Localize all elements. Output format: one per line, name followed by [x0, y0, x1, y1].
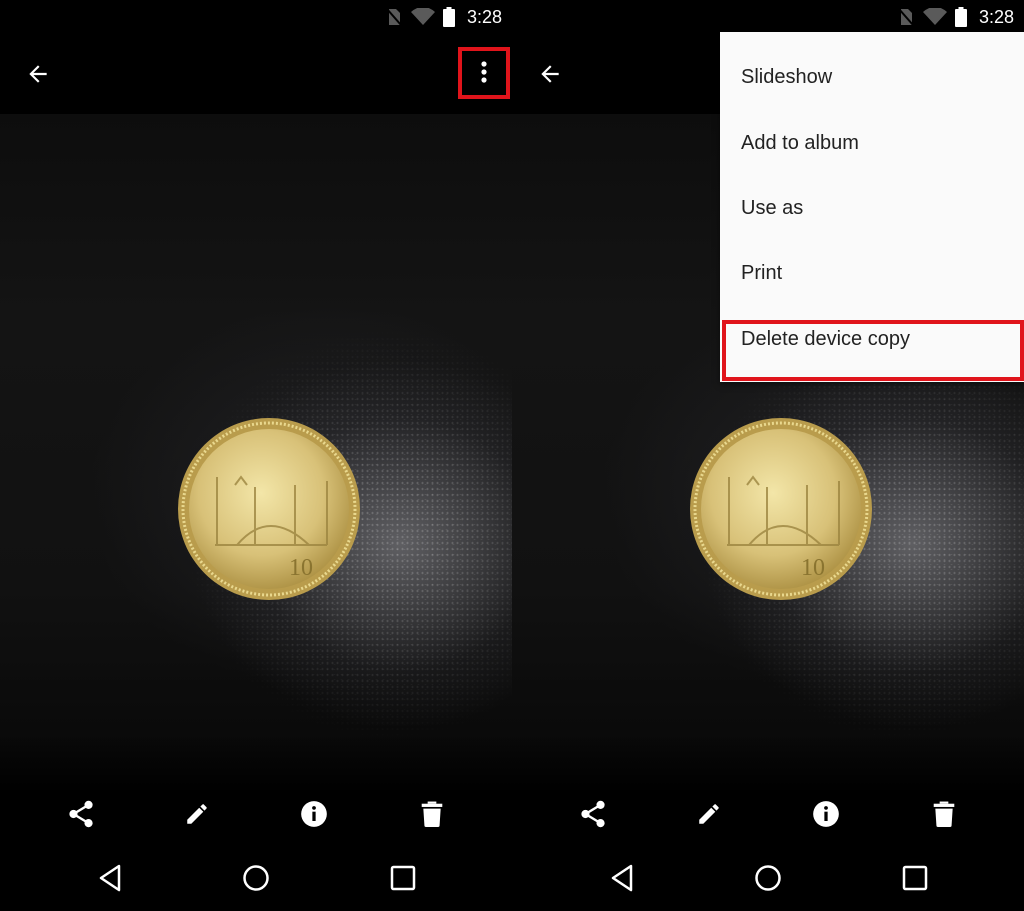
info-button[interactable] [806, 794, 846, 834]
nav-back-icon [99, 864, 121, 892]
battery-icon [954, 7, 967, 27]
info-icon [301, 801, 327, 827]
info-icon [813, 801, 839, 827]
back-button[interactable] [20, 56, 56, 92]
share-icon [69, 800, 93, 828]
nav-recents-button[interactable] [383, 858, 423, 898]
overflow-menu: Slideshow Add to album Use as Print Dele… [720, 32, 1024, 382]
status-time: 3:28 [978, 6, 1014, 27]
nav-back-icon [611, 864, 633, 892]
phone-screen-left: 3:28 10 [0, 0, 512, 911]
coin-denomination: 10 [801, 555, 825, 581]
photo-viewer[interactable]: 10 [0, 114, 512, 794]
photo-action-bar [512, 794, 1024, 834]
coin-image: 10 [178, 418, 360, 600]
edit-button[interactable] [177, 794, 217, 834]
delete-button[interactable] [924, 794, 964, 834]
status-bar: 3:28 [0, 0, 512, 34]
back-button[interactable] [532, 56, 568, 92]
system-nav-bar [0, 852, 512, 904]
system-nav-bar [512, 852, 1024, 904]
edit-button[interactable] [689, 794, 729, 834]
edit-icon [699, 804, 719, 824]
wifi-icon [922, 8, 947, 25]
no-sim-icon [898, 8, 914, 26]
app-bar [0, 34, 512, 114]
share-button[interactable] [61, 794, 101, 834]
trash-icon [421, 801, 443, 827]
nav-recents-button[interactable] [895, 858, 935, 898]
trash-icon [933, 801, 955, 827]
nav-home-icon [243, 865, 269, 891]
coin-image: 10 [690, 418, 872, 600]
menu-item-use-as[interactable]: Use as [720, 176, 1024, 241]
arrow-back-icon [541, 65, 559, 83]
status-bar: 3:28 [512, 0, 1024, 34]
phone-screen-right: 3:28 10 Slideshow Add to album Use as Pr… [512, 0, 1024, 911]
status-time: 3:28 [466, 6, 502, 27]
wifi-icon [410, 8, 435, 25]
nav-recents-icon [902, 865, 928, 891]
nav-back-button[interactable] [602, 858, 642, 898]
delete-button[interactable] [412, 794, 452, 834]
info-button[interactable] [294, 794, 334, 834]
coin-denomination: 10 [289, 555, 313, 581]
arrow-back-icon [29, 65, 47, 83]
photo-action-bar [0, 794, 512, 834]
menu-item-print[interactable]: Print [720, 241, 1024, 306]
nav-home-icon [755, 865, 781, 891]
more-options-button[interactable] [462, 49, 506, 95]
share-icon [581, 800, 605, 828]
menu-item-add-to-album[interactable]: Add to album [720, 111, 1024, 176]
menu-item-delete-device-copy[interactable]: Delete device copy [720, 307, 1024, 372]
photo-bottom-shade [0, 734, 512, 794]
more-vert-icon [481, 61, 487, 83]
battery-icon [442, 7, 455, 27]
nav-back-button[interactable] [90, 858, 130, 898]
edit-icon [187, 804, 207, 824]
photo-bottom-shade [512, 734, 1024, 794]
nav-home-button[interactable] [236, 858, 276, 898]
no-sim-icon [386, 8, 402, 26]
share-button[interactable] [573, 794, 613, 834]
menu-item-slideshow[interactable]: Slideshow [720, 45, 1024, 110]
nav-home-button[interactable] [748, 858, 788, 898]
nav-recents-icon [390, 865, 416, 891]
